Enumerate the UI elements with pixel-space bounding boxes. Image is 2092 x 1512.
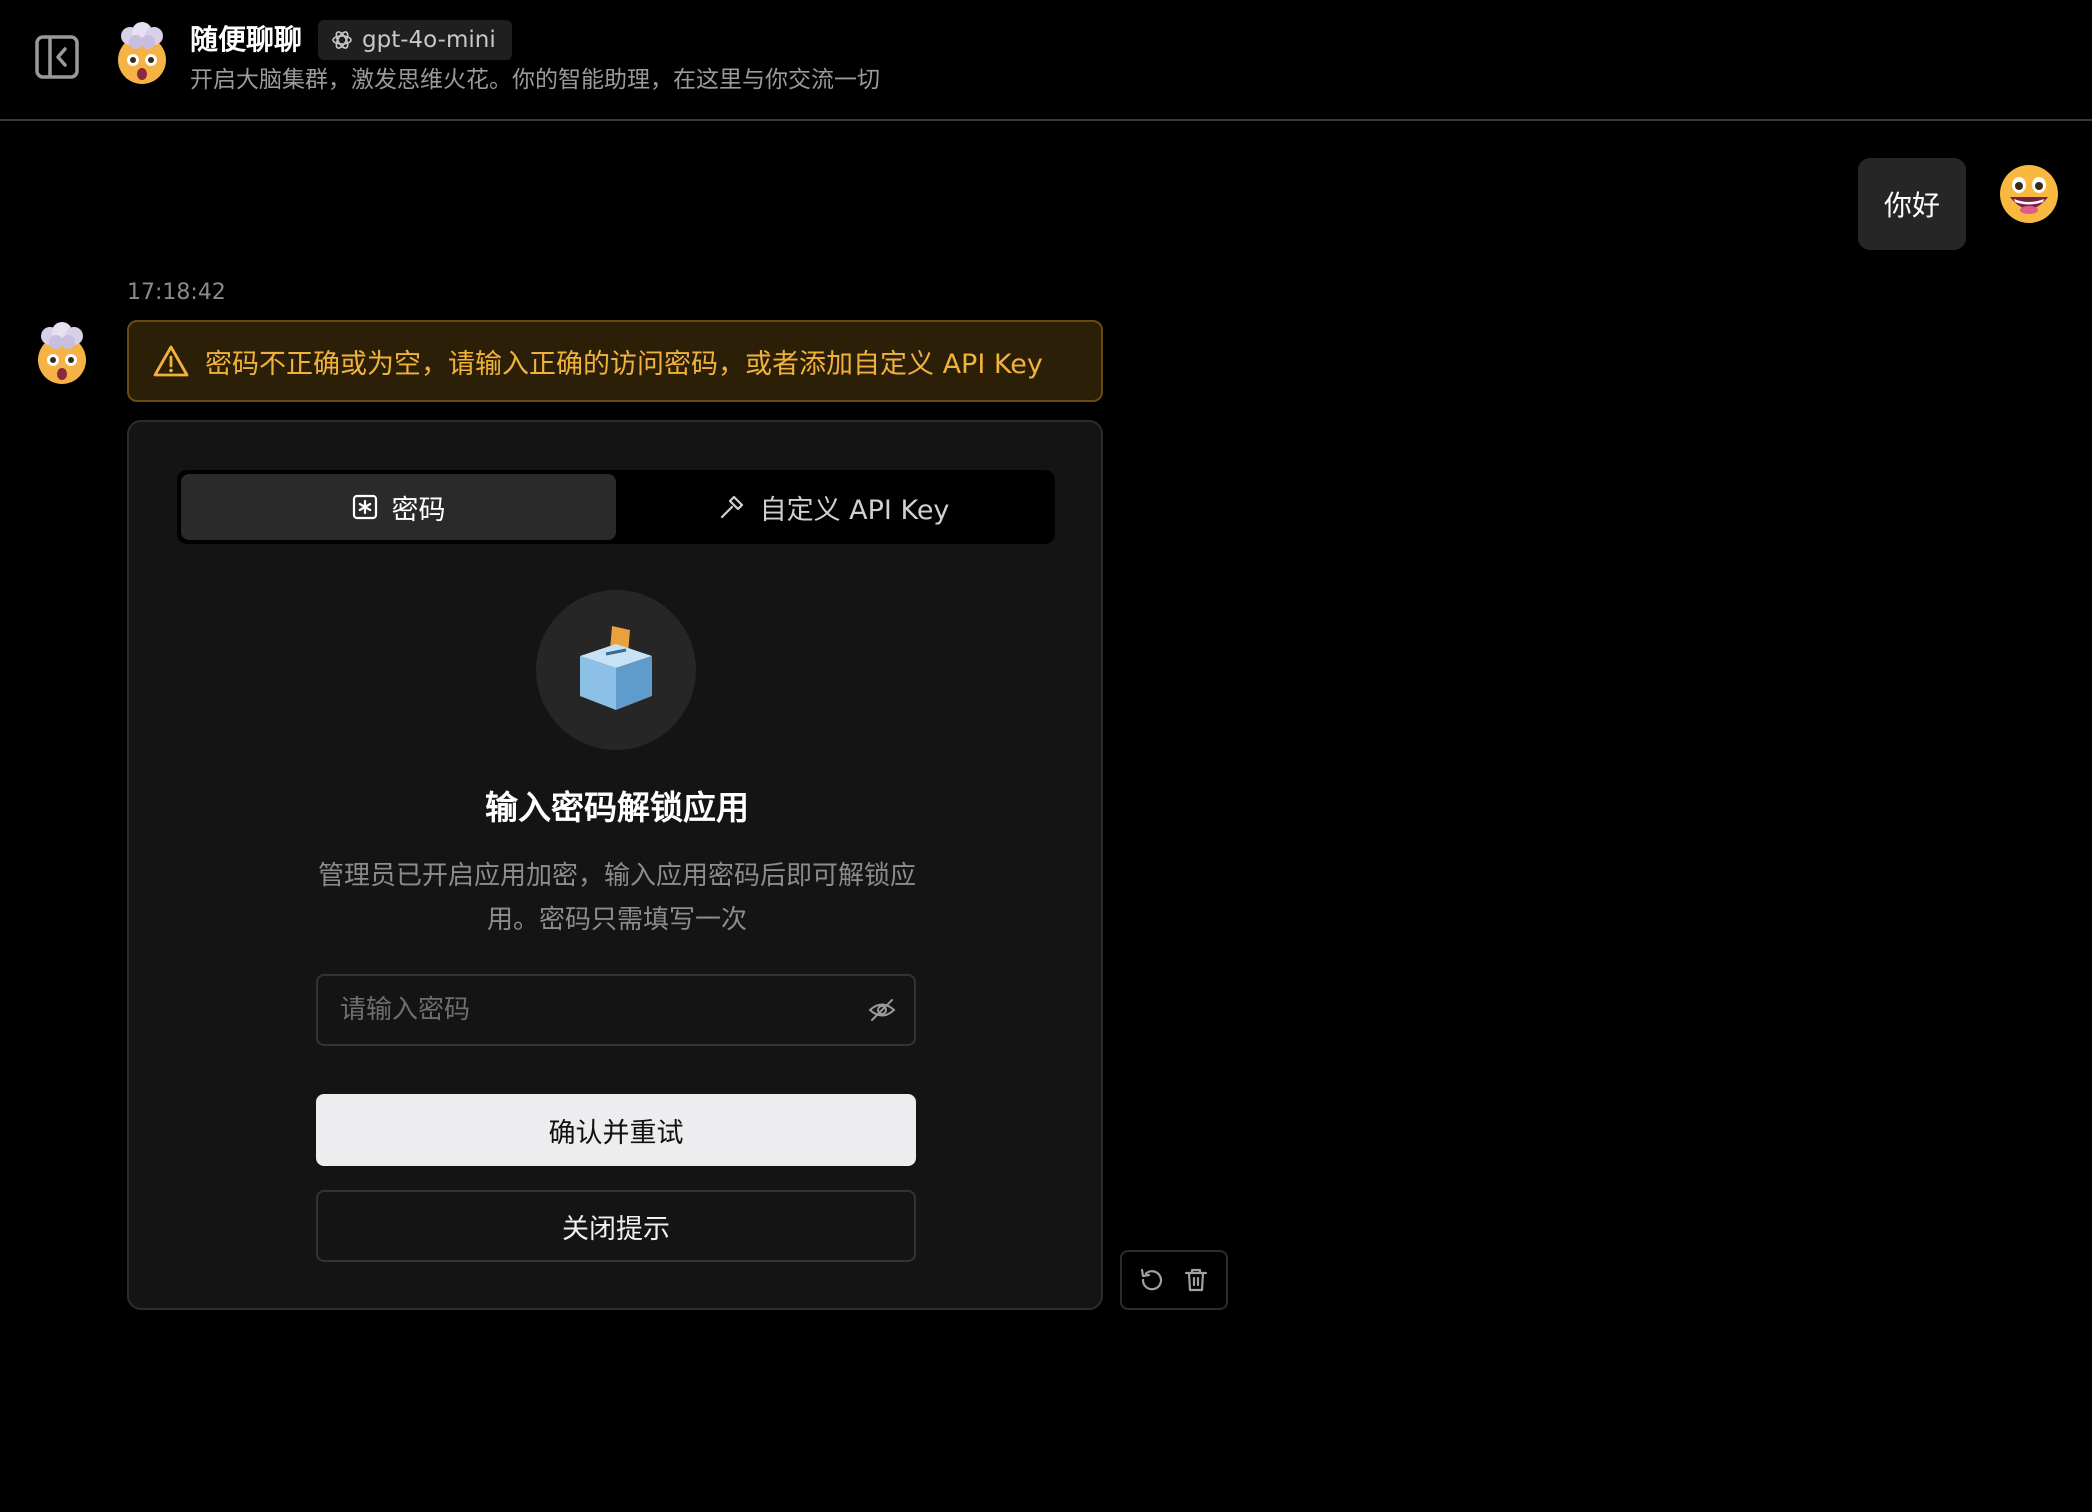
- password-input[interactable]: [318, 976, 850, 1044]
- confirm-retry-button[interactable]: 确认并重试: [316, 1094, 916, 1166]
- message-actions: [1120, 1250, 1228, 1310]
- password-field: [316, 974, 916, 1046]
- eye-off-icon[interactable]: [850, 976, 914, 1044]
- unlock-description: 管理员已开启应用加密，输入应用密码后即可解锁应用。密码只需填写一次: [317, 861, 916, 935]
- unlock-tabs: 密码 自定义 API Key: [177, 470, 1055, 544]
- unlock-title: 输入密码解锁应用: [485, 788, 749, 827]
- asterisk-box-icon: [352, 494, 377, 520]
- mind-blown-emoji-icon[interactable]: [110, 22, 174, 86]
- model-tag[interactable]: gpt-4o-mini: [318, 20, 512, 60]
- delete-icon[interactable]: [1176, 1260, 1216, 1300]
- ballot-box-icon: [536, 590, 696, 750]
- regenerate-icon[interactable]: [1132, 1260, 1172, 1300]
- message-timestamp: 17:18:42: [127, 280, 226, 305]
- grinning-emoji-icon[interactable]: [1998, 163, 2060, 225]
- chat-description: 开启大脑集群，激发思维火花。你的智能助理，在这里与你交流一切: [190, 67, 880, 93]
- chat-title: 随便聊聊: [190, 23, 303, 56]
- unlock-card: 密码 自定义 API Key 输入密码解锁应用 管理员已开启应用加密，输入应用密…: [127, 420, 1103, 1310]
- close-alert-button[interactable]: 关闭提示: [316, 1190, 916, 1262]
- hammer-icon: [720, 495, 743, 519]
- error-alert: 密码不正确或为空，请输入正确的访问密码，或者添加自定义 API Key: [127, 320, 1103, 402]
- chat-header: 随便聊聊 gpt-4o-mini 开启大脑集群，激发思维火花。你的智能助理，在这…: [0, 0, 2092, 121]
- user-message-bubble: 你好: [1857, 158, 1966, 250]
- sidebar-collapse-icon[interactable]: [34, 34, 80, 80]
- alert-text: 密码不正确或为空，请输入正确的访问密码，或者添加自定义 API Key: [205, 348, 1043, 380]
- tab-password[interactable]: 密码: [181, 474, 616, 540]
- model-name: gpt-4o-mini: [362, 27, 496, 53]
- warning-icon: [153, 345, 189, 377]
- mind-blown-emoji-icon[interactable]: [30, 322, 94, 386]
- tab-custom-api-key[interactable]: 自定义 API Key: [616, 474, 1051, 540]
- openai-icon: [332, 31, 352, 49]
- user-message-text: 你好: [1883, 189, 1940, 222]
- tab-password-label: 密码: [391, 494, 446, 526]
- tab-custom-api-key-label: 自定义 API Key: [759, 494, 950, 526]
